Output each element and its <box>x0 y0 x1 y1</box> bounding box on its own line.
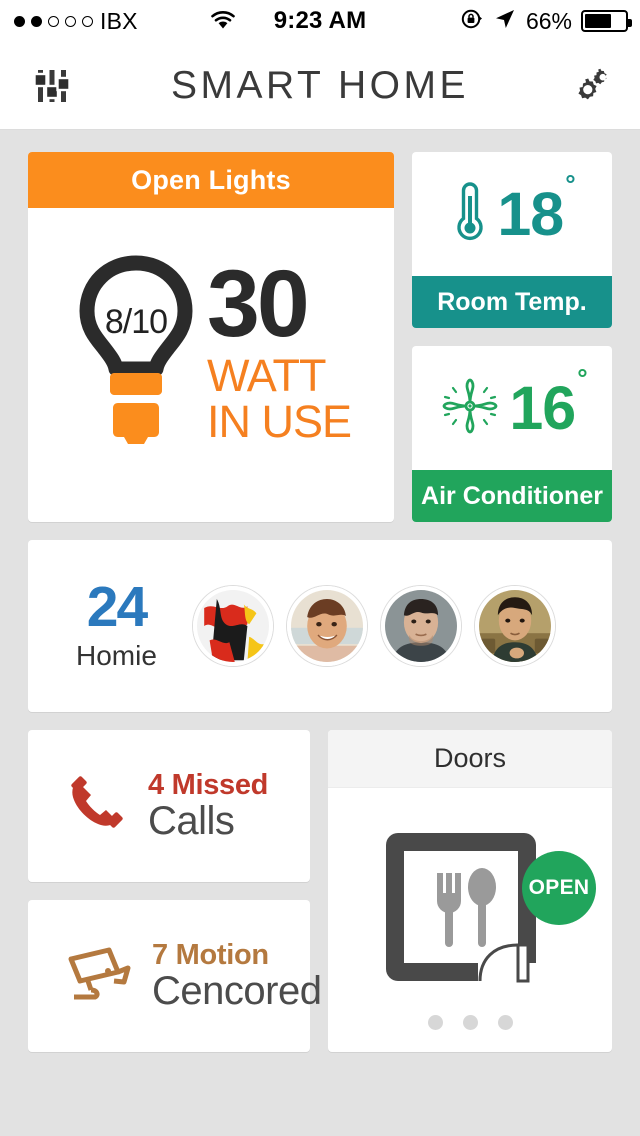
doors-body: OPEN <box>328 788 612 1052</box>
battery-percent-label: 66% <box>525 7 572 34</box>
homie-count: 24 <box>86 574 148 639</box>
avatar-3[interactable] <box>380 586 461 666</box>
phone-handset-icon <box>64 771 130 842</box>
open-lights-card[interactable]: Open Lights 8/10 30 WATT IN USE <box>28 152 394 522</box>
pagination-dot-2[interactable] <box>462 1015 478 1030</box>
left-stack: 4 Missed Calls 7 Motion Cencored <box>28 730 322 1052</box>
air-conditioner-card[interactable]: 16° Air Conditioner <box>412 346 612 522</box>
doors-header: Doors <box>328 730 612 788</box>
navigation-bar: SMART HOME <box>0 42 640 130</box>
homie-label: Homie <box>76 640 157 672</box>
sliders-icon[interactable] <box>24 58 80 114</box>
battery-icon <box>581 10 632 32</box>
watt-readout: 30 WATT IN USE <box>206 251 352 447</box>
location-arrow-icon <box>493 7 517 36</box>
missed-calls-card[interactable]: 4 Missed Calls <box>28 730 310 882</box>
room-temp-value-group: 18° <box>497 171 575 245</box>
missed-calls-line1: 4 Missed <box>148 769 269 801</box>
page-title: SMART HOME <box>171 63 469 107</box>
open-lights-body: 8/10 30 WATT IN USE <box>28 208 394 522</box>
watt-label-line2: IN USE <box>206 395 352 447</box>
motion-sensor-card[interactable]: 7 Motion Cencored <box>28 900 322 1052</box>
room-temp-card[interactable]: 18° Room Temp. <box>412 152 612 328</box>
watt-label-line1: WATT <box>206 349 326 401</box>
homie-count-block: 24 Homie <box>76 574 157 672</box>
homie-avatar-list <box>192 586 555 666</box>
right-column: 18° Room Temp. 16° Air Conditioner <box>412 152 612 522</box>
pagination-dot-1[interactable] <box>427 1015 443 1030</box>
gears-icon[interactable] <box>560 58 616 114</box>
avatar-4[interactable] <box>474 586 555 666</box>
doors-pagination[interactable] <box>328 1015 612 1030</box>
homie-card[interactable]: 24 Homie <box>28 540 612 712</box>
avatar-1[interactable] <box>192 586 273 666</box>
security-camera-icon <box>64 943 134 1010</box>
status-bar: IBX 9:23 AM 66% <box>0 0 640 42</box>
air-conditioner-degree: ° <box>577 363 587 394</box>
room-temp-degree: ° <box>565 169 575 200</box>
kitchen-door-icon: OPEN <box>380 827 596 1000</box>
air-conditioner-value-group: 16° <box>509 365 587 439</box>
room-temp-reading: 18° <box>412 152 612 276</box>
room-temp-value: 18 <box>497 179 564 248</box>
air-conditioner-label: Air Conditioner <box>412 470 612 522</box>
bottom-row: 4 Missed Calls 7 Motion Cencored Doors O… <box>28 730 612 1052</box>
lightbulb-icon: 8/10 <box>71 255 201 451</box>
open-lights-header: Open Lights <box>28 152 394 208</box>
motion-line2: Cencored <box>152 969 322 1013</box>
room-temp-label: Room Temp. <box>412 276 612 328</box>
door-status-badge: OPEN <box>522 850 596 925</box>
dashboard-content: Open Lights 8/10 30 WATT IN USE 18° Room… <box>0 130 640 1052</box>
missed-calls-text: 4 Missed Calls <box>148 769 269 843</box>
status-bar-right: 66% <box>460 0 632 42</box>
watt-value: 30 <box>206 251 310 358</box>
fan-icon <box>439 375 501 442</box>
doors-card[interactable]: Doors OPEN <box>328 730 612 1052</box>
missed-calls-line2: Calls <box>148 799 235 843</box>
lightbulb-fraction: 8/10 <box>104 303 168 341</box>
smart-home-app: IBX 9:23 AM 66% SMART HOME Open Lights 8… <box>0 0 640 1136</box>
air-conditioner-reading: 16° <box>412 346 612 470</box>
thermometer-icon <box>451 178 489 251</box>
air-conditioner-value: 16 <box>509 373 576 442</box>
pagination-dot-3[interactable] <box>497 1015 513 1030</box>
top-row: Open Lights 8/10 30 WATT IN USE 18° Room… <box>28 152 612 522</box>
battery-fill <box>585 14 611 28</box>
motion-line1: 7 Motion <box>152 939 269 971</box>
avatar-2[interactable] <box>286 586 367 666</box>
rotation-lock-icon <box>460 7 484 36</box>
motion-sensor-text: 7 Motion Cencored <box>152 939 322 1013</box>
